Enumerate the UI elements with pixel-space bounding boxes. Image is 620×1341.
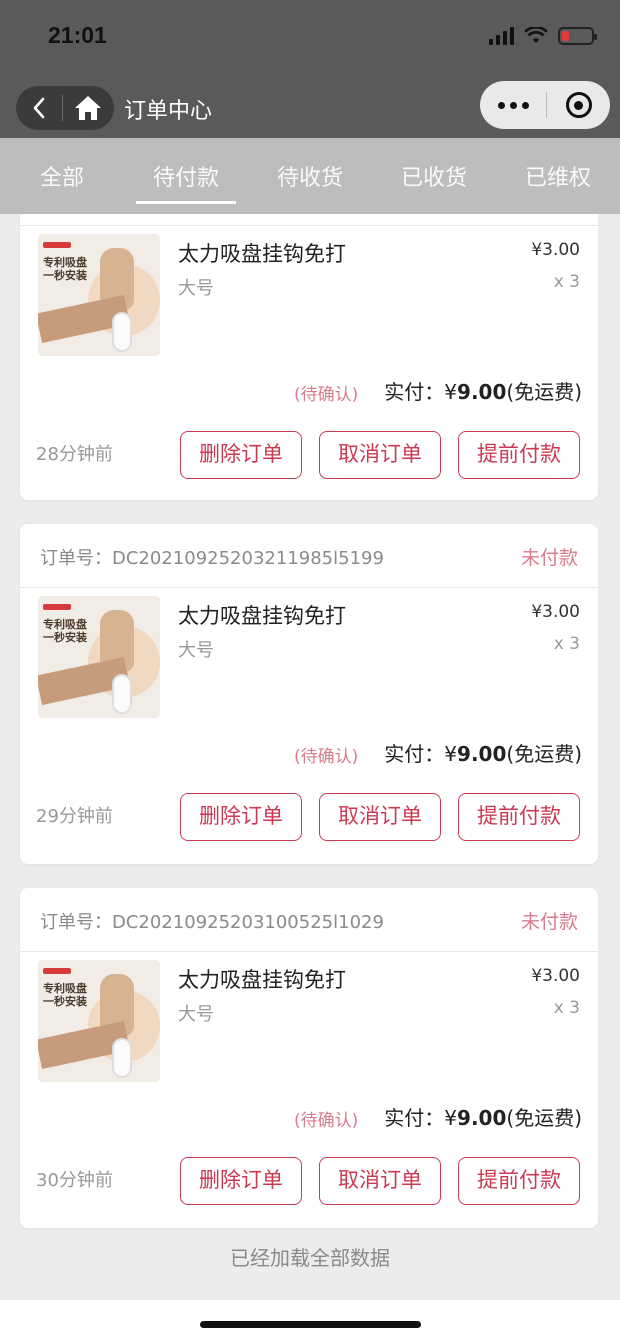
pay-now-button[interactable]: 提前付款: [458, 1157, 580, 1205]
home-icon: [75, 96, 101, 120]
order-tabs: 全部 待付款 待收货 已收货 已维权: [0, 138, 620, 214]
product-image-caption: 专利吸盘一秒安装: [43, 256, 87, 282]
battery-icon: [558, 27, 597, 45]
pending-confirm-label: (待确认): [294, 385, 359, 405]
paid-amount: 实付：¥9.00(免运费): [384, 738, 582, 767]
close-button[interactable]: [547, 92, 610, 118]
close-target-icon: [565, 92, 592, 118]
page-title: 订单中心: [124, 99, 213, 124]
paid-amount: 实付：¥9.00(免运费): [384, 376, 582, 405]
paid-value: 9.00: [457, 380, 507, 404]
paid-prefix: 实付：¥: [384, 742, 458, 766]
status-time: 21:01: [48, 22, 107, 48]
more-button[interactable]: [480, 101, 546, 109]
order-status: 未付款: [520, 911, 578, 933]
delete-order-button[interactable]: 删除订单: [180, 1157, 302, 1205]
product-price: ¥3.00: [531, 240, 580, 260]
order-time-ago: 30分钟前: [36, 1170, 113, 1191]
status-icons: [489, 26, 597, 46]
product-name[interactable]: 太力吸盘挂钩免打: [178, 238, 346, 268]
top-bar: 21:01 订单中心: [0, 0, 620, 138]
home-indicator[interactable]: [200, 1321, 421, 1328]
paid-prefix: 实付：¥: [384, 1106, 458, 1130]
product-quantity: x 3: [553, 272, 580, 292]
order-time-ago: 28分钟前: [36, 444, 113, 465]
product-quantity: x 3: [553, 634, 580, 654]
delete-order-button[interactable]: 删除订单: [180, 793, 302, 841]
cancel-order-button[interactable]: 取消订单: [319, 793, 441, 841]
product-image[interactable]: 专利吸盘一秒安装: [38, 596, 160, 718]
cancel-order-button[interactable]: 取消订单: [319, 431, 441, 479]
paid-suffix: (免运费): [506, 1106, 582, 1130]
paid-amount: 实付：¥9.00(免运费): [384, 1102, 582, 1131]
order-number: 订单号：DC20210925203211985l5199: [40, 548, 384, 569]
nav-left-group: [16, 86, 114, 130]
pay-now-button[interactable]: 提前付款: [458, 431, 580, 479]
more-dot-icon: [509, 101, 517, 109]
product-name[interactable]: 太力吸盘挂钩免打: [178, 600, 346, 630]
product-price: ¥3.00: [531, 966, 580, 986]
more-dot-icon: [497, 101, 505, 109]
mini-program-capsule: [480, 81, 610, 129]
back-button[interactable]: [16, 86, 62, 130]
order-header: 订单号：DC20210925203100525l1029 未付款: [20, 888, 598, 952]
paid-value: 9.00: [457, 1106, 507, 1130]
product-image-caption: 专利吸盘一秒安装: [43, 982, 87, 1008]
product-price: ¥3.00: [531, 602, 580, 622]
product-name[interactable]: 太力吸盘挂钩免打: [178, 964, 346, 994]
product-spec: 大号: [178, 1004, 214, 1025]
order-card: 订单号：DC20210925203211985l5199 未付款 专利吸盘一秒安…: [20, 524, 598, 864]
order-number: 订单号：DC20210925203100525l1029: [40, 912, 384, 933]
paid-prefix: 实付：¥: [384, 380, 458, 404]
paid-suffix: (免运费): [506, 742, 582, 766]
all-loaded-text: 已经加载全部数据: [230, 1246, 390, 1270]
signal-icon: [489, 27, 514, 45]
home-button[interactable]: [63, 86, 113, 130]
cancel-order-button[interactable]: 取消订单: [319, 1157, 441, 1205]
paid-value: 9.00: [457, 742, 507, 766]
product-image[interactable]: 专利吸盘一秒安装: [38, 960, 160, 1082]
product-image[interactable]: 专利吸盘一秒安装: [38, 234, 160, 356]
product-quantity: x 3: [553, 998, 580, 1018]
paid-suffix: (免运费): [506, 380, 582, 404]
order-card: 订单号：DC20210925203100525l1029 未付款 专利吸盘一秒安…: [20, 888, 598, 1228]
product-image-caption: 专利吸盘一秒安装: [43, 618, 87, 644]
order-time-ago: 29分钟前: [36, 806, 113, 827]
tab-received[interactable]: 已收货: [372, 138, 496, 214]
order-card: 专利吸盘一秒安装 太力吸盘挂钩免打 大号 ¥3.00 x 3 (待确认) 实付：…: [20, 214, 598, 500]
pending-confirm-label: (待确认): [294, 1111, 359, 1131]
tab-pending-payment[interactable]: 待付款: [124, 138, 248, 214]
wifi-icon: [524, 27, 548, 43]
order-header: 订单号：DC20210925203211985l5199 未付款: [20, 524, 598, 588]
more-dot-icon: [521, 101, 529, 109]
product-spec: 大号: [178, 278, 214, 299]
tab-after-sales[interactable]: 已维权: [496, 138, 620, 214]
delete-order-button[interactable]: 删除订单: [180, 431, 302, 479]
tab-all[interactable]: 全部: [0, 138, 124, 214]
chevron-left-icon: [33, 97, 45, 119]
pending-confirm-label: (待确认): [294, 747, 359, 767]
tab-pending-receipt[interactable]: 待收货: [248, 138, 372, 214]
product-spec: 大号: [178, 640, 214, 661]
order-status: 未付款: [520, 547, 578, 569]
pay-now-button[interactable]: 提前付款: [458, 793, 580, 841]
